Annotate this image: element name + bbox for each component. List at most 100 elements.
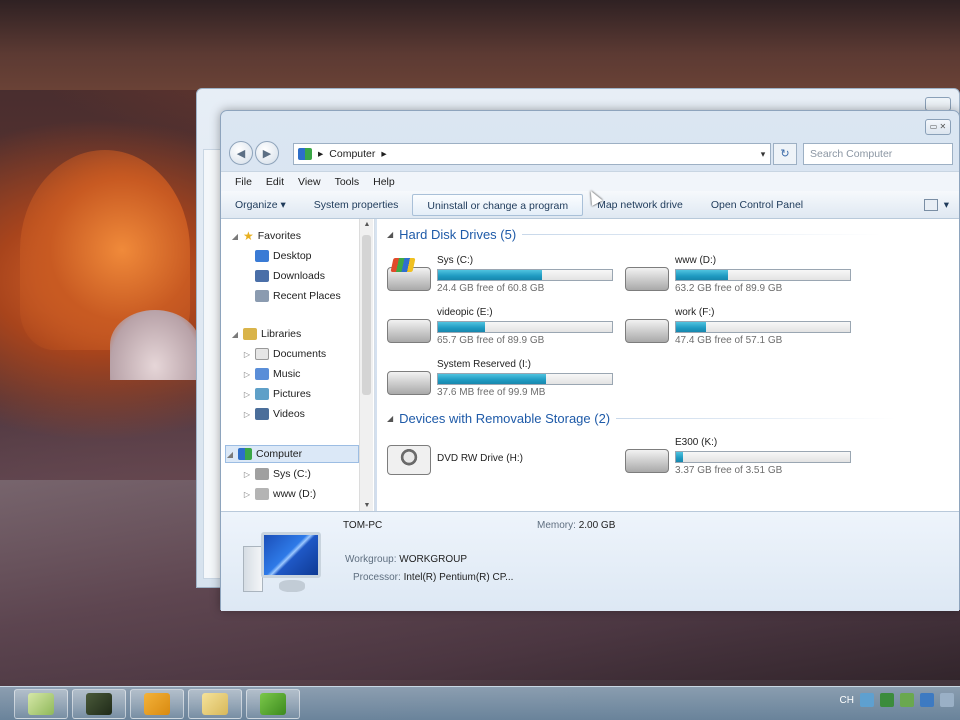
view-dropdown-icon[interactable]: ▾ (944, 199, 949, 211)
pc-tower (243, 546, 263, 592)
language-indicator[interactable]: CH (840, 695, 854, 706)
back-button[interactable]: ◀ (229, 141, 253, 165)
nav-sys-drive[interactable]: ▷ Sys (C:) (243, 465, 311, 483)
change-view-icon[interactable] (923, 198, 938, 211)
drive-item[interactable]: videopic (E:) 65.7 GB free of 89.9 GB (387, 307, 617, 353)
expand-icon[interactable]: ◢ (231, 232, 239, 241)
expand-icon[interactable]: ◢ (231, 330, 239, 339)
nav-desktop-label: Desktop (273, 250, 312, 262)
drive-item[interactable]: work (F:) 47.4 GB free of 57.1 GB (625, 307, 855, 353)
taskbar-folder-button[interactable] (188, 689, 242, 719)
nav-libraries[interactable]: ◢ Libraries (231, 325, 301, 343)
pc-name: TOM-PC (343, 520, 382, 531)
background-window-minimize-button[interactable] (925, 97, 951, 111)
nav-videos-label: Videos (273, 408, 305, 420)
usb-drive-item[interactable]: E300 (K:) 3.37 GB free of 3.51 GB (625, 437, 855, 483)
forward-button[interactable]: ▶ (255, 141, 279, 165)
drive-usage-fill (438, 374, 546, 384)
group-header-hard-disks[interactable]: ◢ Hard Disk Drives (5) (387, 227, 883, 242)
nav-favorites[interactable]: ◢ ★ Favorites (231, 227, 301, 245)
organize-button[interactable]: Organize ▾ (221, 194, 300, 216)
nav-documents[interactable]: ▷ Documents (243, 345, 326, 363)
nav-music-label: Music (273, 368, 301, 380)
group-collapse-icon[interactable]: ◢ (387, 414, 393, 423)
refresh-button[interactable]: ↻ (773, 143, 797, 165)
memory-info: Memory: 2.00 GB (537, 520, 615, 531)
menu-view[interactable]: View (298, 176, 321, 188)
computer-icon (243, 532, 323, 598)
drive-name: videopic (E:) (437, 307, 493, 318)
tray-help-icon[interactable] (860, 693, 874, 707)
taskbar-amazon-button[interactable] (130, 689, 184, 719)
nav-music[interactable]: ▷ Music (243, 365, 300, 383)
nav-www-label: www (D:) (273, 488, 317, 500)
collapse-icon[interactable]: ▷ (243, 470, 251, 479)
star-icon: ★ (243, 229, 254, 243)
nav-scrollbar[interactable]: ▲ ▼ (359, 219, 373, 511)
collapse-icon[interactable]: ▷ (243, 350, 251, 359)
menu-edit[interactable]: Edit (266, 176, 284, 188)
collapse-icon[interactable]: ▷ (243, 490, 251, 499)
address-dropdown-icon[interactable]: ▾ (756, 149, 770, 160)
nav-recent-places[interactable]: Recent Places (255, 287, 341, 305)
nav-videos[interactable]: ▷ Videos (243, 405, 305, 423)
drive-item[interactable]: Sys (C:) 24.4 GB free of 60.8 GB (387, 255, 617, 301)
menu-tools[interactable]: Tools (335, 176, 360, 188)
drive-free-space: 3.37 GB free of 3.51 GB (675, 465, 783, 476)
address-bar[interactable]: ▸ Computer ▸ ▾ (293, 143, 771, 165)
nav-recent-label: Recent Places (273, 290, 341, 302)
collapse-icon[interactable]: ▷ (243, 410, 251, 419)
tray-security-icon[interactable] (900, 693, 914, 707)
collapse-icon[interactable]: ▷ (243, 370, 251, 379)
menu-file[interactable]: File (235, 176, 252, 188)
drive-name: Sys (C:) (437, 255, 474, 266)
system-tray: CH (840, 693, 954, 707)
open-control-panel-button[interactable]: Open Control Panel (697, 194, 817, 216)
group-header-removable[interactable]: ◢ Devices with Removable Storage (2) (387, 411, 897, 426)
scroll-thumb[interactable] (362, 235, 371, 395)
search-input[interactable]: Search Computer (803, 143, 953, 165)
drive-name: work (F:) (675, 307, 715, 318)
hard-drive-icon (625, 319, 669, 343)
taskbar-explorer-button[interactable] (14, 689, 68, 719)
documents-icon (255, 348, 269, 360)
scroll-up-icon[interactable]: ▲ (360, 221, 374, 228)
nav-downloads[interactable]: Downloads (255, 267, 325, 285)
drive-free-space: 24.4 GB free of 60.8 GB (437, 283, 545, 294)
scroll-down-icon[interactable]: ▼ (360, 502, 374, 509)
computer-explorer-window[interactable]: ▭ ✕ ◀ ▶ ▸ Computer ▸ ▾ ↻ Search Computer… (220, 110, 960, 611)
window-controls[interactable]: ▭ ✕ (925, 119, 951, 135)
computer-icon (298, 148, 312, 160)
system-properties-button[interactable]: System properties (300, 194, 413, 216)
breadcrumb-computer[interactable]: Computer (329, 148, 375, 160)
wallpaper-top (0, 0, 960, 90)
menu-help[interactable]: Help (373, 176, 395, 188)
amazon-icon (144, 693, 170, 715)
group-collapse-icon[interactable]: ◢ (387, 230, 393, 239)
nav-www-drive[interactable]: ▷ www (D:) (243, 485, 316, 503)
nav-downloads-label: Downloads (273, 270, 325, 282)
taskbar-game-button[interactable] (246, 689, 300, 719)
nav-desktop[interactable]: Desktop (255, 247, 312, 265)
taskbar-media-button[interactable] (72, 689, 126, 719)
drive-name: E300 (K:) (675, 437, 718, 448)
drive-item[interactable]: System Reserved (I:) 37.6 MB free of 99.… (387, 359, 617, 405)
drive-item[interactable]: www (D:) 63.2 GB free of 89.9 GB (625, 255, 855, 301)
tray-network-icon[interactable] (880, 693, 894, 707)
nav-computer-label: Computer (256, 448, 303, 460)
music-icon (255, 368, 269, 380)
drive-usage-bar (437, 373, 613, 385)
drive-usage-bar (437, 321, 613, 333)
tray-flag-icon[interactable] (940, 693, 954, 707)
uninstall-program-button[interactable]: Uninstall or change a program (412, 193, 584, 216)
group-title: Hard Disk Drives (5) (399, 227, 517, 242)
nav-computer[interactable]: ◢ Computer (225, 445, 359, 463)
tray-volume-icon[interactable] (920, 693, 934, 707)
windows-drive-icon (255, 468, 269, 480)
recent-places-icon (255, 290, 269, 302)
dvd-drive-item[interactable]: DVD RW Drive (H:) (387, 437, 617, 483)
nav-pictures[interactable]: ▷ Pictures (243, 385, 311, 403)
drive-name: System Reserved (I:) (437, 359, 531, 370)
collapse-icon[interactable]: ▷ (243, 390, 251, 399)
expand-icon[interactable]: ◢ (226, 450, 234, 459)
